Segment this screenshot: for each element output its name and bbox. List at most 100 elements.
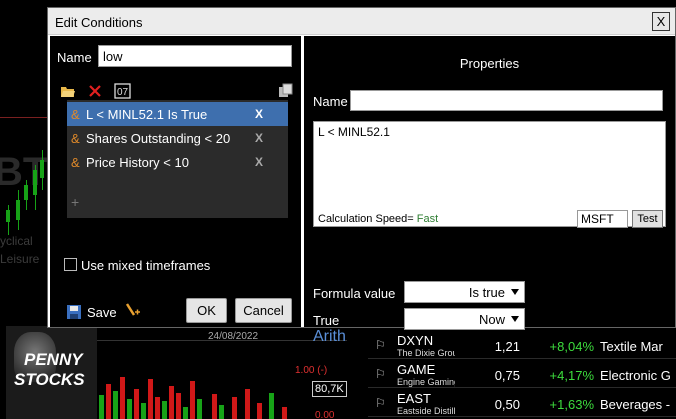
mixed-timeframes-checkbox[interactable] <box>64 258 77 271</box>
operator-label: & <box>71 131 80 146</box>
add-condition-button[interactable]: + <box>71 194 79 210</box>
volume-bar <box>232 397 237 419</box>
price: 1,21 <box>494 339 520 354</box>
property-name-input[interactable] <box>350 90 663 111</box>
flag-icon[interactable]: ⚐ <box>375 396 386 410</box>
ticker: EAST <box>397 391 431 406</box>
formula-icon[interactable]: 07 <box>114 83 131 99</box>
volume-bar <box>176 393 181 419</box>
company-name: Engine Gaming <box>397 377 455 387</box>
candle <box>40 160 44 178</box>
table-row[interactable]: ⚐ GAME Engine Gaming 0,75 +4,17% Electro… <box>368 360 676 388</box>
formula-text: L < MINL52.1 <box>318 125 390 139</box>
volume-bar <box>99 395 104 419</box>
quotes-table: ⚐ DXYN The Dixie Grou 1,21 +8,04% Textil… <box>368 331 676 419</box>
flag-icon[interactable]: ⚐ <box>375 338 386 352</box>
properties-pane: Properties Name L < MINL52.1 Calculation… <box>304 36 675 330</box>
dialog-titlebar[interactable]: Edit Conditions X <box>48 8 675 35</box>
test-button[interactable]: Test <box>632 210 663 228</box>
table-row[interactable]: ⚐ DXYN The Dixie Grou 1,21 +8,04% Textil… <box>368 331 676 359</box>
list-item[interactable]: & Price History < 10 X <box>67 150 288 174</box>
list-item[interactable]: & Shares Outstanding < 20 X <box>67 126 288 150</box>
property-name-label: Name <box>313 94 348 109</box>
price-label-red: 1.00 (-) <box>295 365 328 376</box>
volume-bar <box>190 381 195 419</box>
volume-bar <box>282 407 287 419</box>
true-label: True <box>313 313 340 328</box>
promo-line1: PENNY <box>24 350 83 369</box>
formula-value-select[interactable]: Is true <box>404 281 525 303</box>
volume-bar <box>269 393 274 419</box>
industry: Beverages - <box>600 397 671 412</box>
industry: Textile Mar <box>600 339 663 354</box>
volume-bar <box>212 394 217 419</box>
price: 0,75 <box>494 368 520 383</box>
condition-text: L < MINL52.1 Is True <box>86 107 208 122</box>
flag-icon[interactable]: ⚐ <box>375 367 386 381</box>
volume-bar <box>127 399 132 419</box>
promo-line2: STOCKS <box>14 370 85 389</box>
formula-value-label: Formula value <box>313 286 396 301</box>
formula-value-selected: Is true <box>468 285 505 300</box>
remove-condition-button[interactable]: X <box>255 107 263 121</box>
volume-bar <box>120 377 125 419</box>
true-select[interactable]: Now <box>404 308 525 330</box>
price-tag: 80,7K <box>312 381 347 397</box>
svg-text:07: 07 <box>117 87 129 98</box>
ok-button[interactable]: OK <box>186 298 227 323</box>
volume-bar <box>197 399 202 419</box>
chevron-down-icon <box>511 316 519 322</box>
table-row[interactable]: ⚐ EAST Eastside Distilli 0,50 +1,63% Bev… <box>368 389 676 417</box>
candle <box>6 210 10 222</box>
formula-editor[interactable]: L < MINL52.1 Calculation Speed= Fast MSF… <box>313 121 666 228</box>
condition-text: Price History < 10 <box>86 155 189 170</box>
delete-icon[interactable] <box>87 83 103 99</box>
condition-name-input[interactable] <box>98 45 292 67</box>
calculation-speed: Calculation Speed= Fast <box>318 213 438 225</box>
chevron-down-icon <box>511 289 519 295</box>
background-chart-left: BTN yclical Leisure <box>0 0 50 330</box>
save-icon[interactable] <box>66 304 82 320</box>
volume-bar <box>134 389 139 419</box>
screen: BTN yclical Leisure PENNY STOCKS 24/08/2… <box>0 0 676 419</box>
volume-bar <box>257 403 262 419</box>
arith-label: Arith <box>313 328 346 345</box>
change: +8,04% <box>549 339 594 354</box>
volume-chart[interactable]: 24/08/2022 1.00 (-) 80,7K 0.00 <box>97 330 347 419</box>
remove-condition-button[interactable]: X <box>255 131 263 145</box>
true-selected: Now <box>478 312 505 327</box>
chart-line <box>0 117 50 118</box>
price: 0,50 <box>494 397 520 412</box>
wand-icon[interactable] <box>124 302 140 318</box>
operator-label: & <box>71 155 80 170</box>
dialog-title: Edit Conditions <box>55 15 143 30</box>
candle <box>24 185 28 200</box>
volume-bar <box>219 405 224 419</box>
candle <box>16 200 20 220</box>
price-label-red-2: 0.00 <box>315 410 335 419</box>
change: +4,17% <box>549 368 594 383</box>
properties-title: Properties <box>459 56 520 71</box>
volume-bar <box>141 403 146 419</box>
industry: Electronic G <box>600 368 671 383</box>
company-name: The Dixie Grou <box>397 348 455 358</box>
change: +1,63% <box>549 397 594 412</box>
volume-bar <box>148 379 153 419</box>
cancel-button[interactable]: Cancel <box>235 298 292 323</box>
condition-text: Shares Outstanding < 20 <box>86 131 231 146</box>
candle <box>33 170 37 195</box>
edit-conditions-dialog: Edit Conditions X Name 07 & L < MINL <box>47 7 676 330</box>
penny-stocks-promo[interactable]: PENNY STOCKS <box>6 326 97 419</box>
list-item[interactable]: & L < MINL52.1 Is True X <box>67 102 288 126</box>
calc-speed-label: Calculation Speed= <box>318 213 414 225</box>
volume-bar <box>162 401 167 419</box>
conditions-list: & L < MINL52.1 Is True X & Shares Outsta… <box>67 100 288 218</box>
mixed-timeframes-label: Use mixed timeframes <box>81 258 211 273</box>
folder-open-icon[interactable] <box>60 83 76 99</box>
ticker: DXYN <box>397 333 434 348</box>
test-symbol-input[interactable]: MSFT <box>577 210 628 228</box>
close-button[interactable]: X <box>652 12 670 31</box>
save-button[interactable]: Save <box>87 305 117 320</box>
remove-condition-button[interactable]: X <box>255 155 263 169</box>
copy-icon[interactable] <box>278 83 294 99</box>
